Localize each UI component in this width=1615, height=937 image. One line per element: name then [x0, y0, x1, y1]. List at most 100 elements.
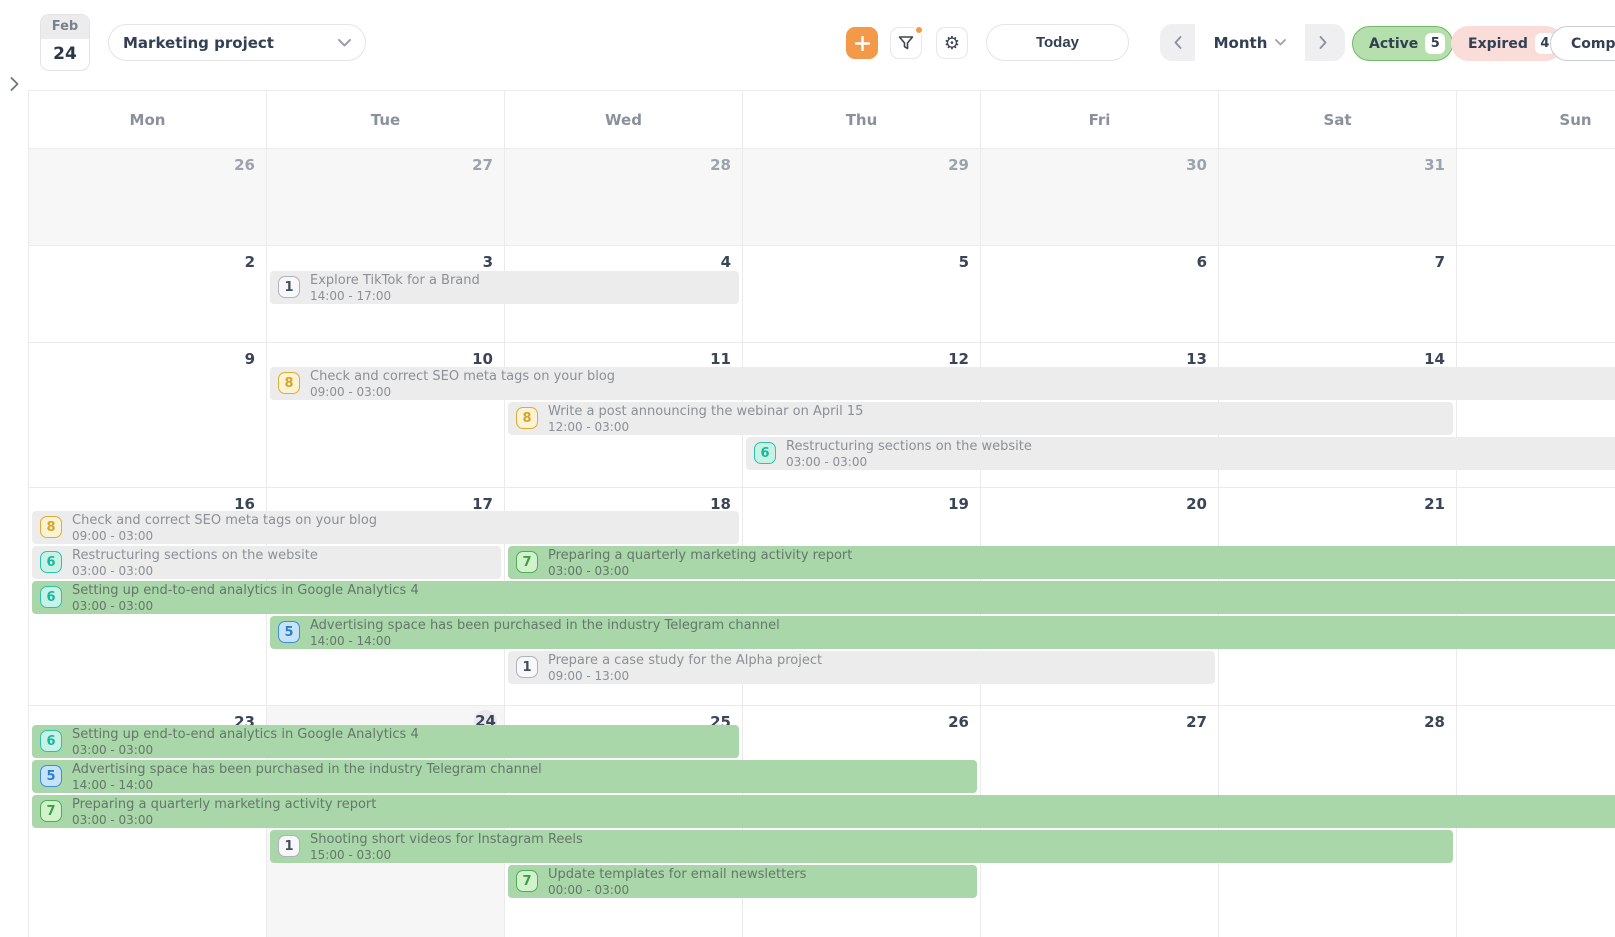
project-selector[interactable]: Marketing project	[108, 24, 366, 61]
filter-count: 5	[1425, 33, 1445, 54]
day-number: 9	[245, 350, 255, 368]
event-title: Update templates for email newsletters	[548, 867, 971, 883]
filter-label: Active	[1369, 36, 1418, 52]
day-cell[interactable]: 6	[981, 246, 1219, 342]
settings-button[interactable]: ⚙	[936, 27, 968, 59]
event-bar[interactable]: 5Advertising space has been purchased in…	[32, 760, 977, 793]
view-switcher: Month	[1160, 24, 1345, 61]
week-row: 910111213148Check and correct SEO meta t…	[29, 343, 1615, 488]
add-event-button[interactable]	[846, 27, 878, 59]
day-cell[interactable]: 29	[743, 149, 981, 245]
event-title: Advertising space has been purchased in …	[72, 762, 971, 778]
day-number: 13	[1186, 350, 1207, 368]
event-bar[interactable]: 1Prepare a case study for the Alpha proj…	[508, 651, 1215, 684]
event-count-badge: 6	[40, 586, 62, 608]
expand-sidebar-button[interactable]	[4, 74, 24, 94]
filter-label: Expired	[1468, 36, 1528, 52]
chevron-right-icon	[1319, 36, 1327, 49]
event-time: 14:00 - 14:00	[72, 778, 971, 792]
event-text: Preparing a quarterly marketing activity…	[548, 548, 1615, 578]
day-number: 20	[1186, 495, 1207, 513]
day-cell[interactable]: 26	[29, 149, 267, 245]
day-cell[interactable]: 7	[1219, 246, 1457, 342]
chevron-down-icon	[338, 39, 351, 47]
plus-icon	[855, 36, 870, 51]
prev-period-button[interactable]	[1160, 24, 1195, 61]
filter-active-dot	[914, 25, 924, 35]
event-bar[interactable]: 6Setting up end-to-end analytics in Goog…	[32, 725, 739, 758]
view-mode-selector[interactable]: Month	[1195, 24, 1305, 61]
day-cell[interactable]: 31	[1219, 149, 1457, 245]
status-filter-expired[interactable]: Expired4	[1451, 26, 1563, 61]
day-number: 29	[948, 156, 969, 174]
week-row: 2324252627286Setting up end-to-end analy…	[29, 706, 1615, 937]
event-bar[interactable]: 8Write a post announcing the webinar on …	[508, 402, 1453, 435]
status-filter-active[interactable]: Active 5	[1352, 26, 1453, 61]
event-text: Prepare a case study for the Alpha proje…	[548, 653, 1209, 683]
event-bar[interactable]: 6Restructuring sections on the website03…	[32, 546, 501, 579]
event-time: 03:00 - 03:00	[72, 813, 1615, 827]
event-title: Setting up end-to-end analytics in Googl…	[72, 727, 733, 743]
event-text: Restructuring sections on the website03:…	[786, 439, 1615, 469]
event-bar[interactable]: 1Shooting short videos for Instagram Ree…	[270, 830, 1453, 863]
event-bar[interactable]: 6Setting up end-to-end analytics in Goog…	[32, 581, 1615, 614]
event-text: Check and correct SEO meta tags on your …	[72, 513, 733, 543]
day-number: 27	[1186, 713, 1207, 731]
day-header-thu: Thu	[743, 91, 981, 148]
event-time: 03:00 - 03:00	[786, 455, 1615, 469]
day-header-row: MonTueWedThuFriSatSun	[29, 91, 1615, 149]
event-time: 14:00 - 17:00	[310, 289, 733, 303]
event-count-badge: 8	[278, 372, 300, 394]
day-cell[interactable]	[1457, 246, 1615, 342]
event-text: Update templates for email newsletters00…	[548, 867, 971, 897]
day-cell[interactable]: 9	[29, 343, 267, 487]
day-header-tue: Tue	[267, 91, 505, 148]
next-period-button[interactable]	[1305, 24, 1340, 61]
day-cell[interactable]	[1457, 149, 1615, 245]
day-header-wed: Wed	[505, 91, 743, 148]
filter-button[interactable]	[890, 27, 922, 59]
event-text: Setting up end-to-end analytics in Googl…	[72, 727, 733, 757]
funnel-icon	[898, 35, 914, 51]
event-bar[interactable]: 1Explore TikTok for a Brand14:00 - 17:00	[270, 271, 739, 304]
event-time: 09:00 - 03:00	[72, 529, 733, 543]
day-cell[interactable]: 28	[505, 149, 743, 245]
day-header-fri: Fri	[981, 91, 1219, 148]
day-number: 3	[483, 253, 493, 271]
event-count-badge: 1	[278, 276, 300, 298]
event-text: Advertising space has been purchased in …	[72, 762, 971, 792]
event-time: 03:00 - 03:00	[72, 564, 495, 578]
day-cell[interactable]: 30	[981, 149, 1219, 245]
day-cell[interactable]: 10	[267, 343, 505, 487]
event-time: 12:00 - 03:00	[548, 420, 1447, 434]
event-bar[interactable]: 7Preparing a quarterly marketing activit…	[508, 546, 1615, 579]
day-cell[interactable]: 27	[267, 149, 505, 245]
day-cell[interactable]: 5	[743, 246, 981, 342]
event-bar[interactable]: 8Check and correct SEO meta tags on your…	[32, 511, 739, 544]
event-text: Restructuring sections on the website03:…	[72, 548, 495, 578]
event-title: Advertising space has been purchased in …	[310, 618, 1615, 634]
event-bar[interactable]: 6Restructuring sections on the website03…	[746, 437, 1615, 470]
toolbar: Feb 24 Marketing project ⚙ Today Month	[0, 0, 1615, 90]
event-title: Check and correct SEO meta tags on your …	[310, 369, 1615, 385]
chevron-left-icon	[1174, 36, 1182, 49]
status-filter-completed[interactable]: Compl	[1550, 26, 1615, 61]
event-bar[interactable]: 7Update templates for email newsletters0…	[508, 865, 977, 898]
event-count-badge: 8	[516, 407, 538, 429]
event-time: 09:00 - 03:00	[310, 385, 1615, 399]
day-cell[interactable]: 2	[29, 246, 267, 342]
day-header-sat: Sat	[1219, 91, 1457, 148]
day-number: 30	[1186, 156, 1207, 174]
event-time: 14:00 - 14:00	[310, 634, 1615, 648]
calendar-weeks: 2627282930312345671Explore TikTok for a …	[29, 149, 1615, 937]
day-number: 14	[1424, 350, 1445, 368]
event-bar[interactable]: 8 Check and correct SEO meta tags on your…	[270, 367, 1615, 400]
event-bar[interactable]: 5Advertising space has been purchased in…	[270, 616, 1615, 649]
chevron-down-icon	[1275, 39, 1286, 46]
today-button[interactable]: Today	[986, 24, 1129, 61]
event-time: 00:00 - 03:00	[548, 883, 971, 897]
event-bar[interactable]: 7Preparing a quarterly marketing activit…	[32, 795, 1615, 828]
event-time: 09:00 - 13:00	[548, 669, 1209, 683]
gear-icon: ⚙	[944, 33, 960, 54]
day-number: 5	[959, 253, 969, 271]
